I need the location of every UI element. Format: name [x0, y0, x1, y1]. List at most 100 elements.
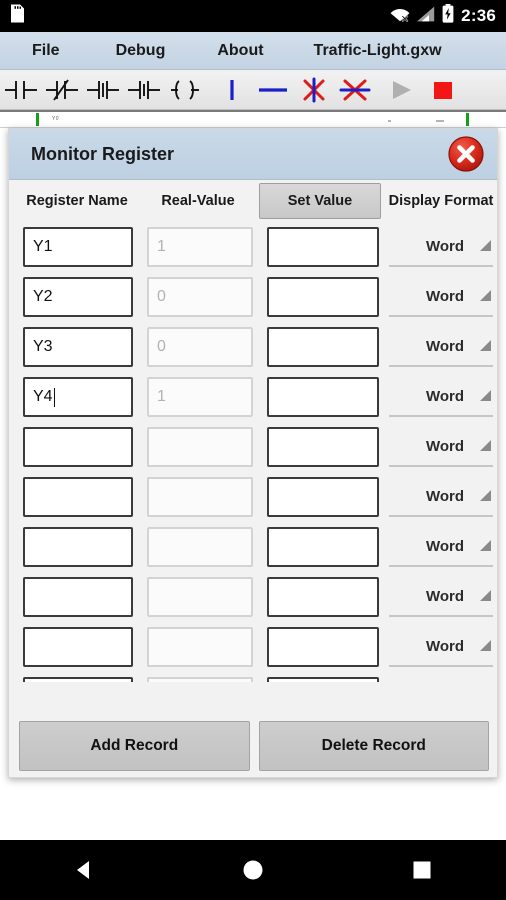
- battery-charging-icon: [442, 4, 454, 28]
- column-header-register-name: Register Name: [26, 193, 128, 209]
- real-value-display: [147, 427, 253, 467]
- display-format-label: Word: [425, 537, 464, 555]
- vertical-line-icon[interactable]: [211, 71, 252, 109]
- close-icon[interactable]: [447, 135, 485, 173]
- set-value-input[interactable]: [267, 377, 379, 417]
- add-record-button[interactable]: Add Record: [19, 721, 250, 771]
- display-format-dropdown[interactable]: Word: [389, 577, 493, 617]
- register-name-input[interactable]: Y1: [23, 227, 133, 267]
- display-format-dropdown[interactable]: Word: [389, 277, 493, 317]
- display-format-label: Word: [425, 337, 464, 355]
- status-bar-clock: 2:36: [461, 6, 496, 25]
- menu-about[interactable]: About: [209, 42, 271, 60]
- register-name-input[interactable]: [23, 527, 133, 567]
- register-name-input[interactable]: [23, 627, 133, 667]
- display-format-dropdown[interactable]: Word: [389, 477, 493, 517]
- real-value-text: 0: [157, 288, 166, 305]
- rising-edge-contact-icon[interactable]: [82, 71, 123, 109]
- real-value-display: 1: [147, 377, 253, 417]
- menu-debug[interactable]: Debug: [108, 42, 174, 60]
- wifi-off-icon: [390, 5, 410, 27]
- document-title: Traffic-Light.gxw: [313, 41, 442, 59]
- status-bar-right-icons: 2:36: [390, 4, 506, 28]
- register-name-input[interactable]: [23, 477, 133, 517]
- display-format-dropdown[interactable]: Word: [389, 677, 493, 682]
- delete-horizontal-line-icon[interactable]: [334, 71, 375, 109]
- chevron-down-icon: [480, 239, 491, 251]
- real-value-display: [147, 627, 253, 667]
- chevron-down-icon: [480, 289, 491, 301]
- display-format-label: Word: [425, 387, 464, 405]
- cellular-signal-icon: [417, 6, 435, 27]
- table-row: Word: [9, 622, 497, 672]
- real-value-display: [147, 577, 253, 617]
- chevron-down-icon: [480, 539, 491, 551]
- ladder-mark-2: [436, 120, 444, 122]
- ladder-right-rail: [466, 113, 469, 126]
- android-nav-bar: [0, 840, 506, 900]
- normally-open-contact-icon[interactable]: [0, 71, 41, 109]
- chevron-down-icon: [480, 389, 491, 401]
- chevron-down-icon: [480, 339, 491, 351]
- home-circle-icon[interactable]: [218, 840, 288, 900]
- set-value-input[interactable]: [267, 527, 379, 567]
- set-value-input[interactable]: [267, 677, 379, 682]
- dialog-title-bar: Monitor Register: [9, 129, 497, 180]
- horizontal-line-icon[interactable]: [252, 71, 293, 109]
- back-triangle-icon[interactable]: [49, 840, 119, 900]
- delete-vertical-line-icon[interactable]: [293, 71, 334, 109]
- register-name-input[interactable]: Y2: [23, 277, 133, 317]
- ladder-diagram-strip[interactable]: Y0: [0, 110, 506, 128]
- register-name-value: Y1: [33, 238, 53, 255]
- real-value-display: [147, 477, 253, 517]
- column-header-real-value: Real-Value: [161, 193, 235, 209]
- normally-closed-contact-icon[interactable]: [41, 71, 82, 109]
- display-format-dropdown[interactable]: Word: [389, 527, 493, 567]
- stop-icon[interactable]: [422, 71, 463, 109]
- dialog-footer: Add Record Delete Record: [9, 715, 497, 777]
- sd-card-icon: [10, 4, 25, 28]
- display-format-dropdown[interactable]: Word: [389, 377, 493, 417]
- chevron-down-icon: [480, 639, 491, 651]
- menu-file[interactable]: File: [24, 42, 68, 60]
- set-value-input[interactable]: [267, 427, 379, 467]
- set-value-input[interactable]: [267, 227, 379, 267]
- ladder-rung-label: Y0: [52, 116, 59, 122]
- register-name-input[interactable]: [23, 677, 133, 682]
- text-caret: [53, 387, 55, 407]
- register-name-input-focused[interactable]: Y4: [23, 377, 133, 417]
- recents-square-icon[interactable]: [387, 840, 457, 900]
- real-value-text: 1: [157, 238, 166, 255]
- display-format-dropdown[interactable]: Word: [389, 427, 493, 467]
- register-name-input[interactable]: Y3: [23, 327, 133, 367]
- display-format-dropdown[interactable]: Word: [389, 227, 493, 267]
- real-value-display: [147, 677, 253, 682]
- table-row: Y1 1 Word: [9, 222, 497, 272]
- real-value-display: [147, 527, 253, 567]
- app-root: 2:36 File Debug About Traffic-Light.gxw: [0, 0, 506, 900]
- display-format-label: Word: [425, 437, 464, 455]
- chevron-down-icon: [480, 589, 491, 601]
- display-format-label: Word: [425, 287, 464, 305]
- register-rows-list[interactable]: Y1 1 Word Y2 0 Word Y3 0 Word Y4 1 Word …: [9, 222, 497, 682]
- android-status-bar: 2:36: [0, 0, 506, 32]
- table-row: Y2 0 Word: [9, 272, 497, 322]
- output-coil-icon[interactable]: [164, 71, 205, 109]
- display-format-dropdown[interactable]: Word: [389, 627, 493, 667]
- register-name-input[interactable]: [23, 427, 133, 467]
- run-icon[interactable]: [381, 71, 422, 109]
- set-value-input[interactable]: [267, 577, 379, 617]
- set-value-input[interactable]: [267, 627, 379, 667]
- real-value-text: 1: [157, 388, 166, 405]
- register-name-value: Y3: [33, 338, 53, 355]
- set-value-button[interactable]: Set Value: [259, 183, 381, 219]
- set-value-input[interactable]: [267, 477, 379, 517]
- real-value-text: 0: [157, 338, 166, 355]
- set-value-input[interactable]: [267, 327, 379, 367]
- delete-record-button[interactable]: Delete Record: [258, 721, 489, 771]
- chevron-down-icon: [480, 439, 491, 451]
- set-value-input[interactable]: [267, 277, 379, 317]
- falling-edge-contact-icon[interactable]: [123, 71, 164, 109]
- register-name-input[interactable]: [23, 577, 133, 617]
- display-format-dropdown[interactable]: Word: [389, 327, 493, 367]
